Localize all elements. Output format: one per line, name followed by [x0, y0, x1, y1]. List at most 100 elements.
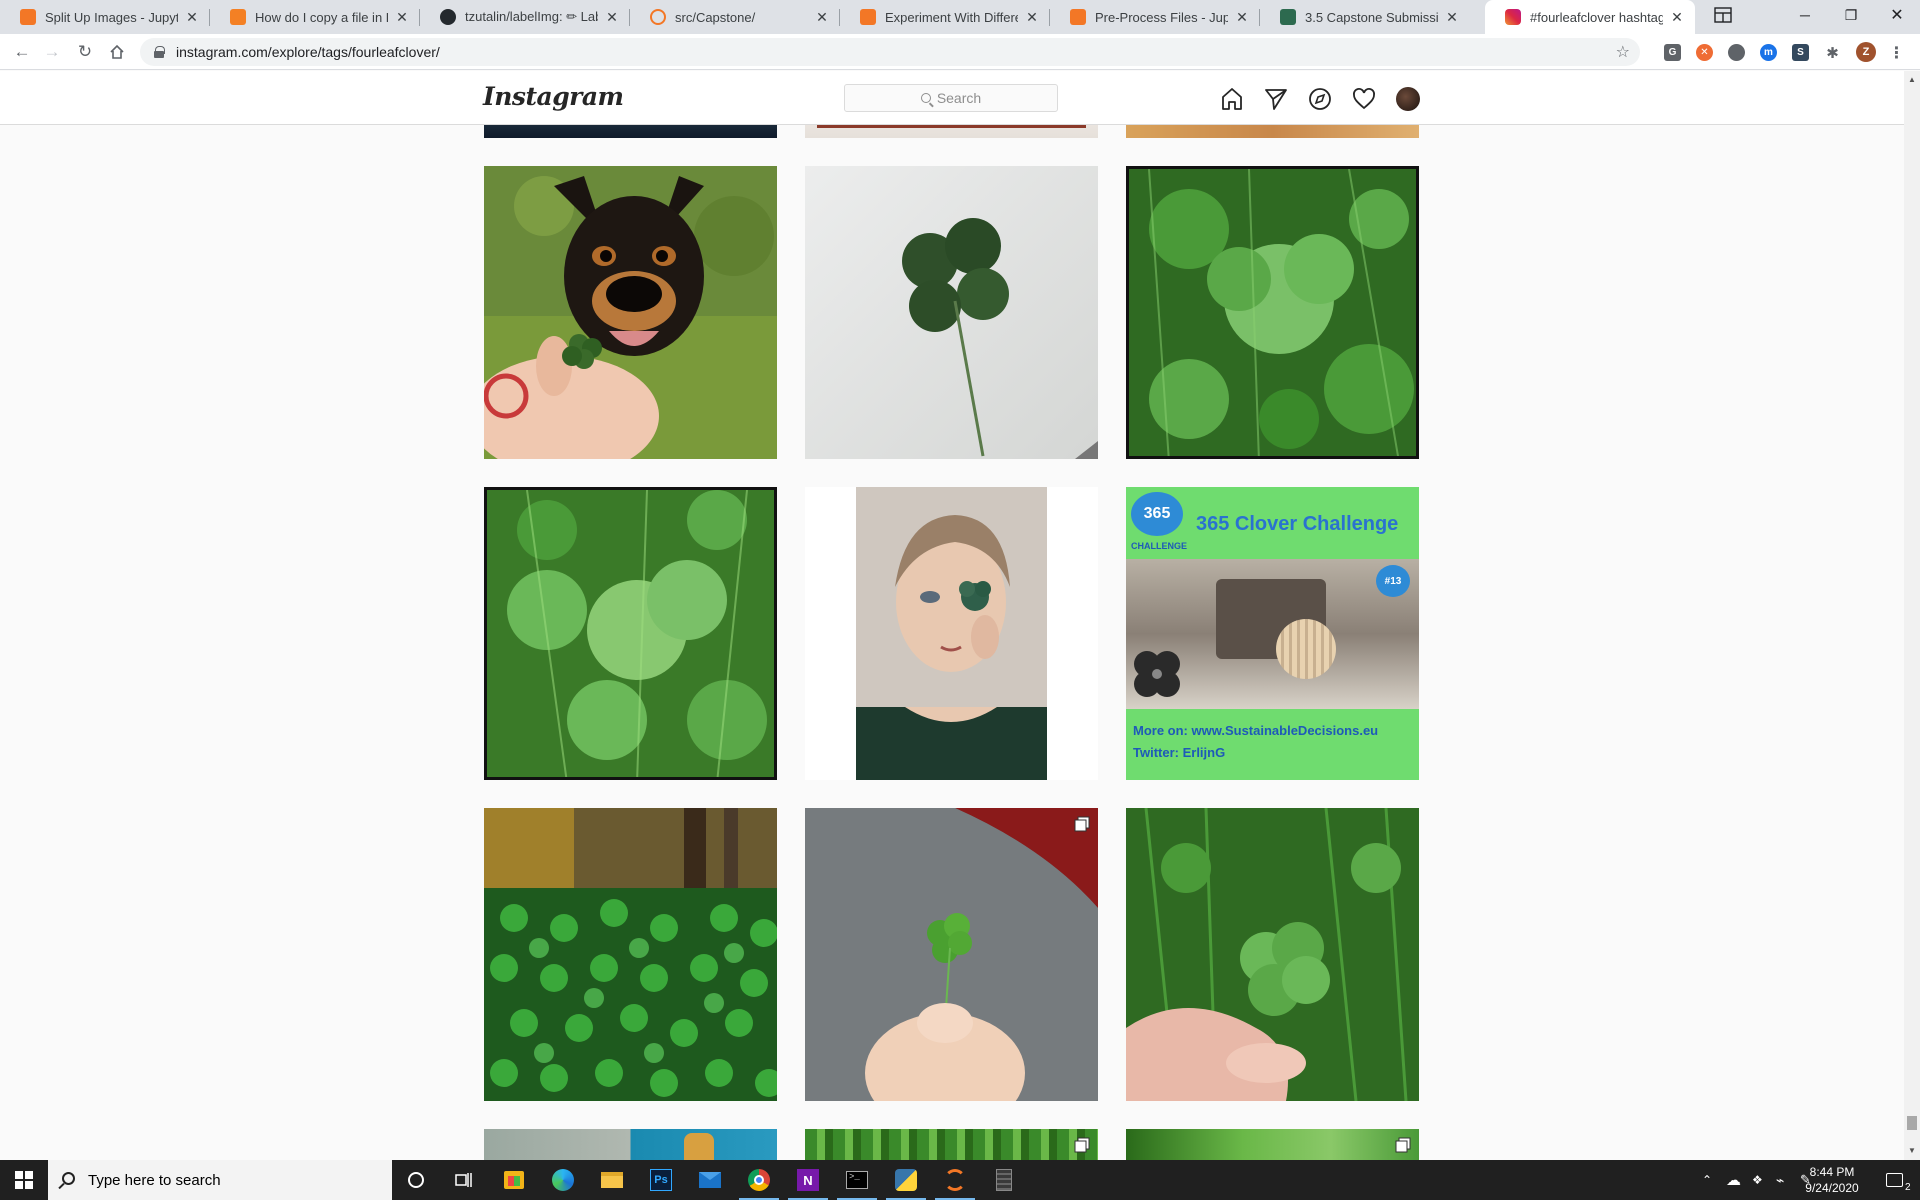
photoshop-icon[interactable]: Ps	[637, 1160, 685, 1200]
calculator-icon[interactable]	[980, 1160, 1028, 1200]
direct-messages-icon[interactable]	[1264, 87, 1288, 111]
tab-copy-file-python[interactable]: How do I copy a file in Pyth ✕	[210, 0, 420, 34]
chrome-icon[interactable]	[735, 1160, 783, 1200]
post-tile-clover-on-wall[interactable]	[805, 166, 1098, 459]
network-icon[interactable]: ⌁	[1776, 1160, 1784, 1200]
microsoft-store-icon[interactable]	[490, 1160, 538, 1200]
activity-heart-icon[interactable]	[1352, 87, 1376, 111]
post-tile-365-clover-challenge[interactable]: #13 365 CHALLENGE 365 Clover Challenge M…	[1126, 487, 1419, 780]
clover-patch-image	[487, 490, 774, 777]
tab-search-icon[interactable]	[1700, 0, 1746, 30]
circle-ext-icon[interactable]	[1728, 44, 1745, 61]
jupyter-icon	[20, 9, 36, 25]
terminal-icon[interactable]: >_	[833, 1160, 881, 1200]
post-tile-clover-fingers-grass[interactable]	[1126, 808, 1419, 1101]
task-view-icon[interactable]	[440, 1160, 488, 1200]
forward-icon[interactable]: →	[38, 38, 66, 66]
close-icon[interactable]: ✕	[1444, 9, 1460, 25]
close-icon[interactable]: ✕	[1024, 9, 1040, 25]
scroll-down-arrow-icon[interactable]: ▼	[1908, 1146, 1916, 1155]
adblock-icon[interactable]: ✕	[1696, 44, 1713, 61]
reload-icon[interactable]: ↻	[71, 38, 99, 66]
stackoverflow-icon	[230, 9, 246, 25]
home-icon[interactable]	[1220, 87, 1244, 111]
onenote-icon[interactable]: N	[784, 1160, 832, 1200]
scroll-up-arrow-icon[interactable]: ▲	[1908, 75, 1916, 84]
profile-avatar[interactable]: Z	[1856, 42, 1876, 62]
back-icon[interactable]: ←	[8, 38, 36, 66]
clock-time: 8:44 PM	[1809, 1165, 1855, 1179]
taskbar-search-input[interactable]: Type here to search	[48, 1160, 392, 1200]
search-input[interactable]: Search	[844, 84, 1058, 112]
chrome-menu-icon[interactable]: ⋮	[1888, 44, 1905, 62]
close-icon[interactable]: ✕	[604, 9, 620, 25]
close-icon[interactable]: ✕	[394, 9, 410, 25]
notifications-icon[interactable]: 2	[1880, 1160, 1911, 1200]
post-tile-clover-forest[interactable]	[484, 808, 777, 1101]
github-icon	[440, 9, 456, 25]
dropbox-icon[interactable]: ❖	[1752, 1160, 1763, 1200]
close-icon[interactable]: ✕	[1669, 9, 1685, 25]
edge-browser-icon[interactable]	[539, 1160, 587, 1200]
post-tile-portrait-clover[interactable]	[805, 487, 1098, 780]
instagram-logo[interactable]: Instagram	[483, 82, 624, 111]
tab-experiment[interactable]: Experiment With Different I ✕	[840, 0, 1050, 34]
close-icon[interactable]: ✕	[1234, 9, 1250, 25]
tab-pre-process-files[interactable]: Pre-Process Files - Jupyter I ✕	[1050, 0, 1260, 34]
profile-avatar[interactable]	[1396, 87, 1420, 111]
springboard-ext-icon[interactable]: S	[1792, 44, 1809, 61]
dog-holding-clover-image	[484, 166, 777, 459]
search-icon	[920, 93, 931, 103]
extensions-puzzle-icon[interactable]: ✱	[1824, 44, 1841, 62]
clover-against-white-wall-image	[805, 166, 1098, 459]
python-icon[interactable]	[882, 1160, 930, 1200]
tab-title: src/Capstone/	[675, 9, 756, 25]
minimize-icon[interactable]: ─	[1782, 0, 1828, 30]
close-icon[interactable]: ✕	[184, 9, 200, 25]
explore-compass-icon[interactable]	[1308, 87, 1332, 111]
windows-logo-icon	[15, 1171, 33, 1189]
post-tile-dog-clover[interactable]	[484, 166, 777, 459]
start-button[interactable]	[0, 1160, 48, 1200]
post-tile-clover-patch-2[interactable]	[484, 487, 777, 780]
system-clock[interactable]: 8:44 PM 9/24/2020	[1792, 1164, 1872, 1196]
tab-fourleafclover[interactable]: #fourleafclover hashtag on ✕	[1485, 0, 1695, 34]
close-icon[interactable]: ✕	[814, 9, 830, 25]
challenge-badge-caption: CHALLENGE	[1131, 541, 1187, 551]
tab-labelimg-github[interactable]: tzutalin/labelImg: ✏ Labell ✕	[420, 0, 630, 34]
home-icon[interactable]	[103, 38, 131, 66]
mail-icon[interactable]	[686, 1160, 734, 1200]
m-ext-icon[interactable]: m	[1760, 44, 1777, 61]
instagram-icon	[1505, 9, 1521, 25]
tab-title: 3.5 Capstone Submission -	[1305, 9, 1438, 25]
grammarly-icon[interactable]: G	[1664, 44, 1681, 61]
address-bar[interactable]: instagram.com/explore/tags/fourleafclove…	[140, 38, 1640, 66]
scrollbar-thumb[interactable]	[1907, 1116, 1917, 1130]
page-scrollbar[interactable]: ▲ ▼	[1904, 71, 1920, 1160]
tab-src-capstone[interactable]: src/Capstone/ ✕	[630, 0, 840, 34]
windows-taskbar: Type here to search Ps N >_ ⌃ ☁ ❖ ⌁ ✎ 8:…	[0, 1160, 1920, 1200]
close-window-icon[interactable]: ✕	[1874, 0, 1920, 30]
show-hidden-icons-icon[interactable]: ⌃	[1702, 1160, 1712, 1200]
jupyter-icon[interactable]	[931, 1160, 979, 1200]
challenge-twitter-text: Twitter: ErlijnG	[1133, 745, 1226, 760]
post-tile-clover-in-hand[interactable]	[805, 808, 1098, 1101]
cortana-icon[interactable]	[392, 1160, 440, 1200]
browser-toolbar: ← → ↻ instagram.com/explore/tags/fourlea…	[0, 34, 1920, 70]
bookmark-star-icon[interactable]: ☆	[1616, 42, 1630, 62]
post-tile[interactable]	[1126, 1129, 1419, 1160]
tab-title: Experiment With Different I	[885, 9, 1018, 25]
post-tile-clover-patch-1[interactable]	[1126, 166, 1419, 459]
page-viewport: Instagram Search #13 365 CHALLENGE 365 C…	[0, 71, 1904, 1160]
multiple-photos-icon	[1395, 1137, 1411, 1153]
onedrive-cloud-icon[interactable]: ☁	[1726, 1160, 1741, 1200]
tab-split-up-images[interactable]: Split Up Images - Jupyter N ✕	[0, 0, 210, 34]
jupyter-icon	[1070, 9, 1086, 25]
post-tile[interactable]	[805, 1129, 1098, 1160]
tab-capstone-submission[interactable]: 3.5 Capstone Submission - ✕	[1260, 0, 1470, 34]
file-explorer-icon[interactable]	[588, 1160, 636, 1200]
search-icon	[62, 1172, 75, 1185]
restore-icon[interactable]: ❐	[1828, 0, 1874, 30]
woman-with-clover-portrait-image	[805, 487, 1098, 780]
post-tile[interactable]	[484, 1129, 777, 1160]
